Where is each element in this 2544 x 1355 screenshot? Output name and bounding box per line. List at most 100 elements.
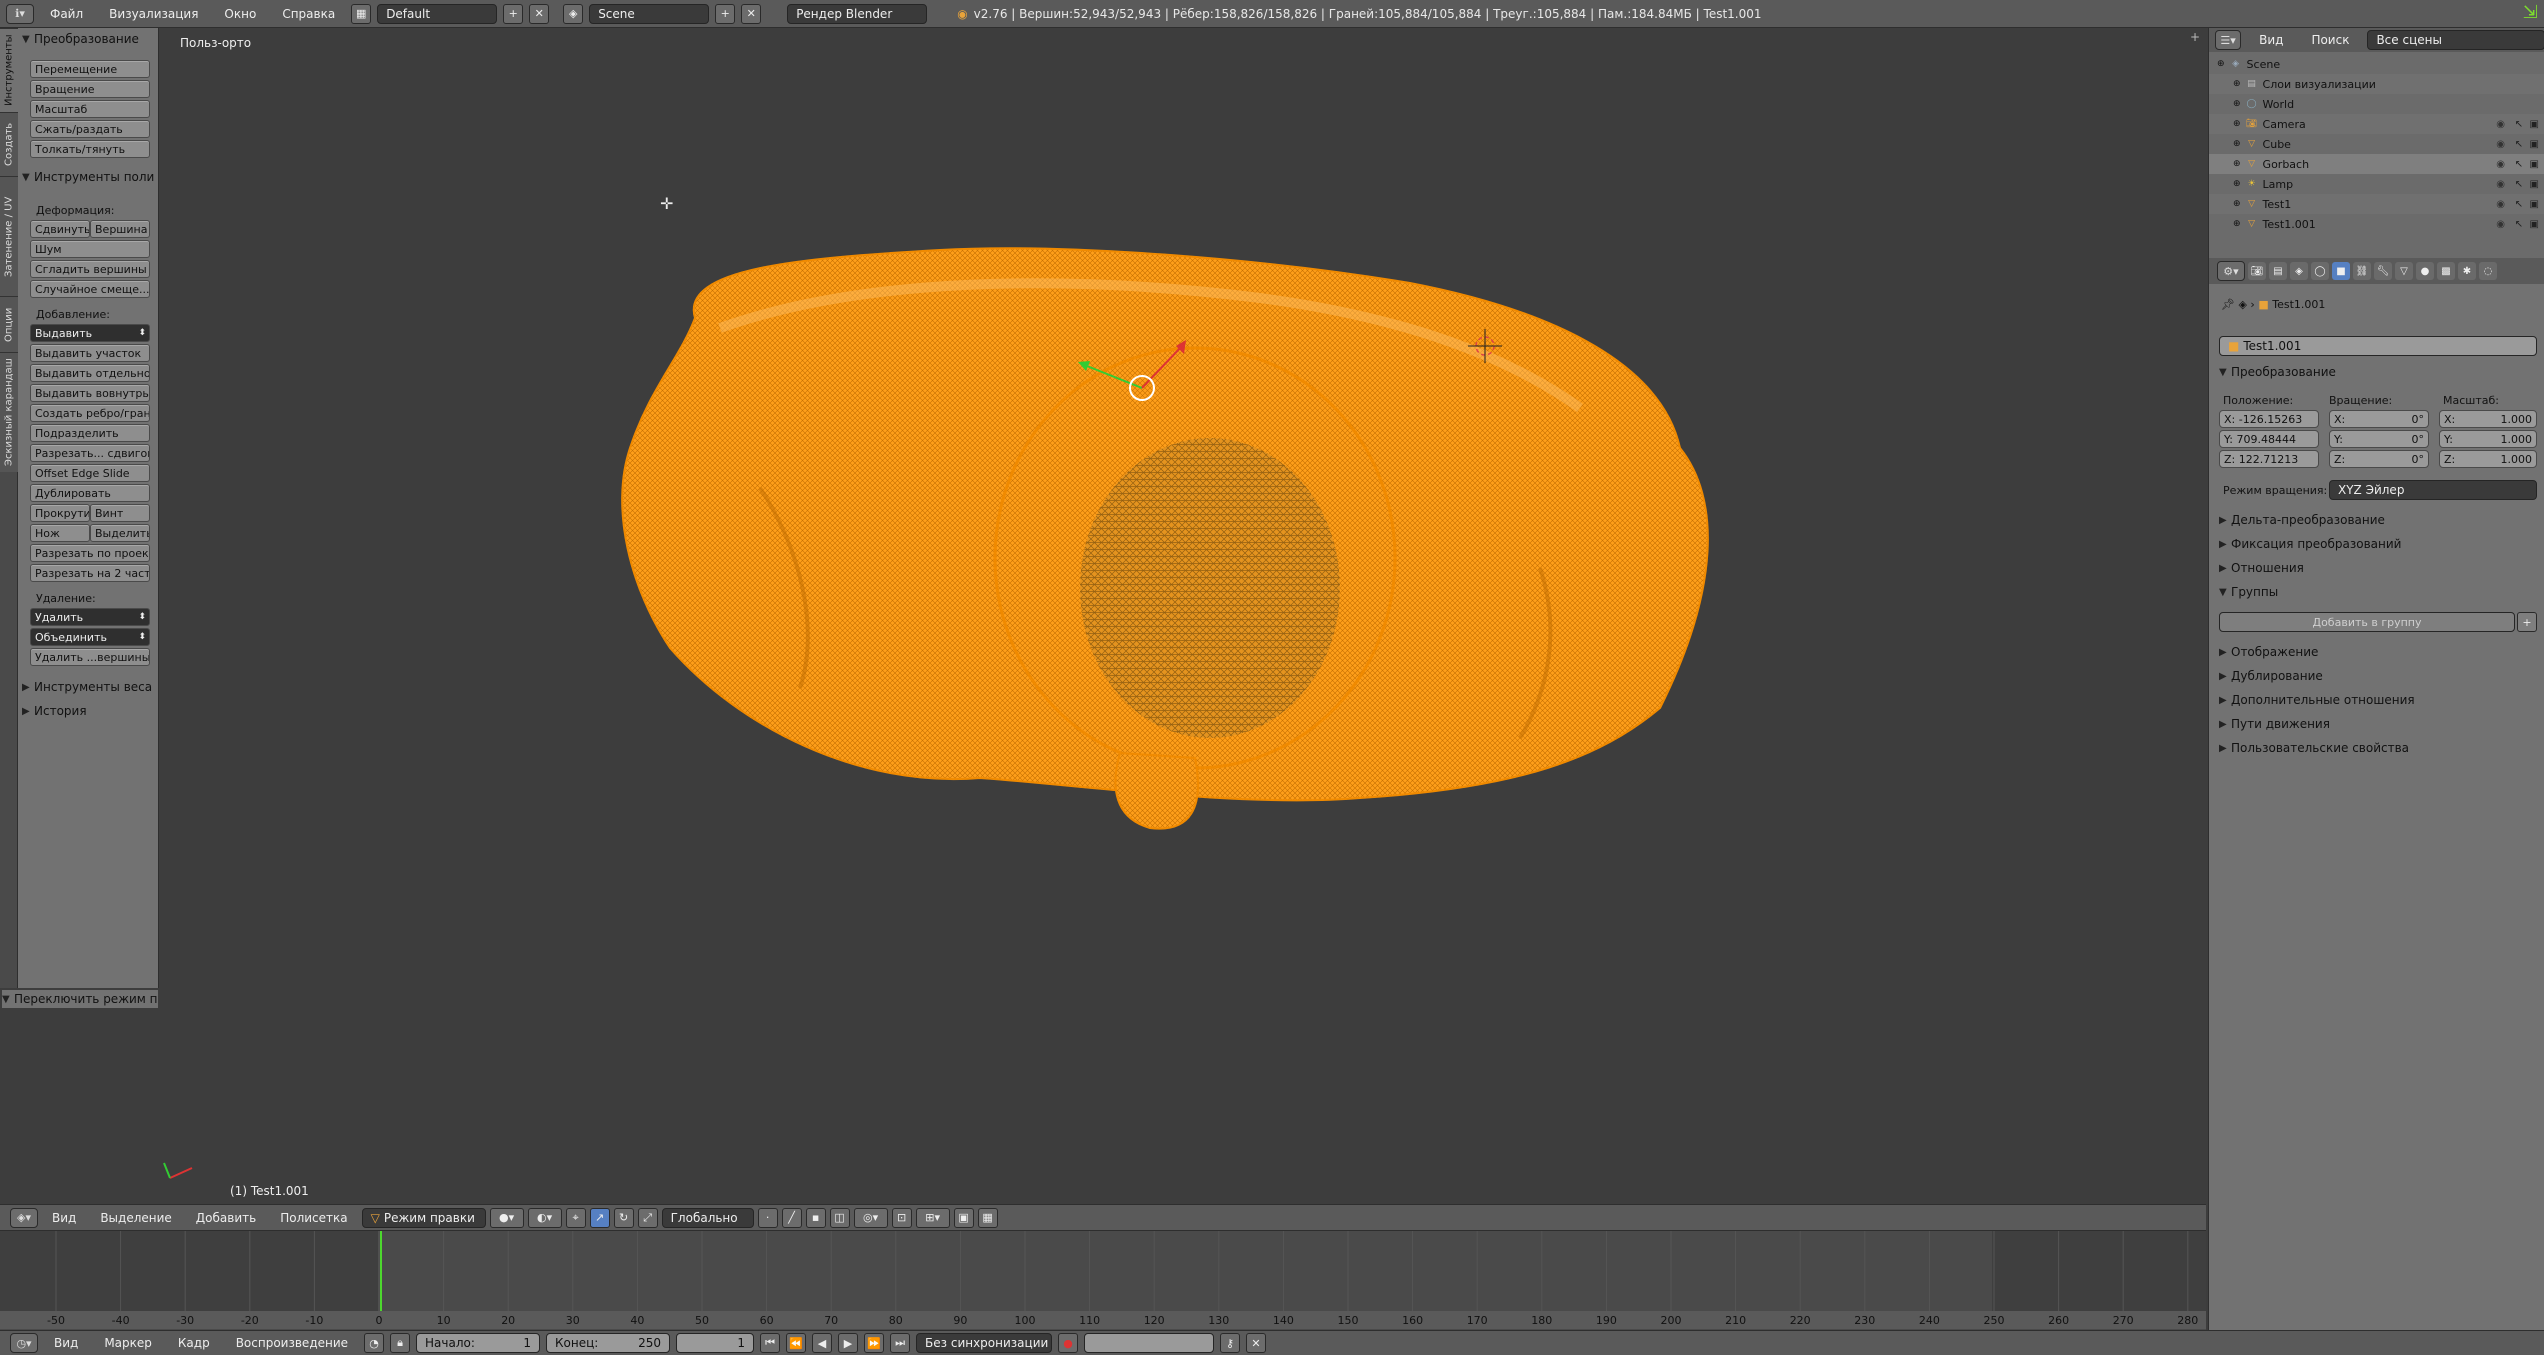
corner-widget-icon[interactable]: ⇲ [2523, 2, 2538, 23]
tab-create[interactable]: Создать [0, 112, 18, 176]
screw-button[interactable]: Винт [90, 504, 150, 522]
scale-manipulator-icon[interactable]: ⤢ [637, 1207, 658, 1228]
inset-button[interactable]: Выдавить вовнутрь [30, 384, 150, 402]
outliner-row[interactable]: ⊕ ◈ Scene [2209, 54, 2544, 74]
push-pull-button[interactable]: Толкать/тянуть [30, 140, 150, 158]
tab-grease-pencil[interactable]: Эскизный карандаш [0, 352, 18, 472]
render-tab-icon[interactable]: 📷︎ [2248, 262, 2266, 280]
expand-toggle-icon[interactable]: ⊕ [2217, 59, 2225, 69]
location-z-field[interactable]: Z: 122.71213 [2219, 450, 2319, 468]
mode-selector[interactable]: ▽ Режим правки [361, 1207, 486, 1228]
panel-transform-header[interactable]: ▼ Преобразование [2219, 362, 2537, 382]
panel-weight-tools-header[interactable]: ▶ Инструменты веса [22, 678, 158, 696]
translate-button[interactable]: Перемещение [30, 60, 150, 78]
modifiers-tab-icon[interactable]: 🔧︎ [2374, 262, 2392, 280]
rotation-mode-selector[interactable]: XYZ Эйлер [2329, 480, 2537, 500]
visibility-eye-icon[interactable]: ◉ [2496, 219, 2505, 230]
info-editor-type-icon[interactable]: ℹ▾ [6, 3, 34, 24]
scale-x-field[interactable]: X: 1.000 [2439, 410, 2537, 428]
layout-grid-icon[interactable]: ▦ [351, 3, 372, 24]
menu-search[interactable]: Поиск [2301, 33, 2359, 47]
particles-tab-icon[interactable]: ✱ [2458, 262, 2476, 280]
rotation-y-field[interactable]: Y: 0° [2329, 430, 2429, 448]
manipulator-toggle-icon[interactable]: ⌖ [565, 1207, 586, 1228]
snap-element-icon[interactable]: ⊞▾ [915, 1207, 950, 1228]
menu-help[interactable]: Справка [272, 7, 345, 21]
scene-remove-icon[interactable]: ✕ [741, 3, 762, 24]
expand-toggle-icon[interactable]: ⊕ [2233, 99, 2241, 109]
outliner-row[interactable]: ⊕ 📷︎ Camera ◉ ↖ ▣ [2209, 114, 2544, 134]
menu-view[interactable]: Вид [42, 1211, 86, 1225]
timeline-editor-type-icon[interactable]: ◷▾ [10, 1333, 38, 1353]
outliner-row[interactable]: ⊕ ▽ Test1 ◉ ↖ ▣ [2209, 194, 2544, 214]
add-to-group-button[interactable]: Добавить в группу [2219, 612, 2515, 632]
renderable-camera-icon[interactable]: ▣ [2530, 139, 2539, 150]
knife-button[interactable]: Нож [30, 524, 90, 542]
spin-button[interactable]: Прокрути [30, 504, 90, 522]
visibility-eye-icon[interactable]: ◉ [2496, 159, 2505, 170]
menu-file[interactable]: Файл [40, 7, 93, 21]
operator-panel-toggle-mode[interactable]: ▼ Переключить режим п [2, 990, 158, 1008]
visibility-eye-icon[interactable]: ◉ [2496, 199, 2505, 210]
menu-add[interactable]: Добавить [186, 1211, 266, 1225]
physics-tab-icon[interactable]: ◌ [2479, 262, 2497, 280]
expand-toggle-icon[interactable]: ⊕ [2233, 179, 2241, 189]
offset-edge-slide-button[interactable]: Offset Edge Slide [30, 464, 150, 482]
randomize-button[interactable]: Случайное смеще... [30, 280, 150, 298]
pivot-point-icon[interactable]: ◐▾ [527, 1207, 562, 1228]
outliner-row-label[interactable]: Gorbach [2263, 158, 2310, 171]
outliner-editor-type-icon[interactable]: ☰▾ [2215, 30, 2242, 50]
edge-select-icon[interactable]: ╱ [781, 1207, 802, 1228]
menu-render[interactable]: Визуализация [99, 7, 208, 21]
panel-relations-header[interactable]: ▶ Отношения [2219, 558, 2537, 578]
timeline-editor[interactable]: -50 -40 -30 -20 -10 0 10 20 30 40 50 60 70 80 90 100 110… [0, 1230, 2206, 1330]
selectable-arrow-icon[interactable]: ↖ [2515, 219, 2523, 230]
scale-z-field[interactable]: Z: 1.000 [2439, 450, 2537, 468]
outliner-row-label[interactable]: Cube [2263, 138, 2291, 151]
bisect-button[interactable]: Разрезать на 2 части [30, 564, 150, 582]
visibility-eye-icon[interactable]: ◉ [2496, 179, 2505, 190]
scale-button[interactable]: Масштаб [30, 100, 150, 118]
constraints-tab-icon[interactable]: ⛓ [2353, 262, 2371, 280]
location-y-field[interactable]: Y: 709.48444 [2219, 430, 2319, 448]
opengl-render-icon[interactable]: ▦ [977, 1207, 998, 1228]
menu-playback[interactable]: Воспроизведение [226, 1336, 358, 1350]
menu-mesh[interactable]: Полисетка [270, 1211, 357, 1225]
outliner-row-label[interactable]: Camera [2263, 118, 2306, 131]
snap-toggle-icon[interactable]: ⊡ [891, 1207, 912, 1228]
lock-icon[interactable]: 🔒︎ [390, 1333, 411, 1353]
scene-tab-icon[interactable]: ◈ [2290, 262, 2308, 280]
menu-select[interactable]: Выделение [90, 1211, 181, 1225]
vertex-select-icon[interactable]: · [757, 1207, 778, 1228]
renderable-camera-icon[interactable]: ▣ [2530, 119, 2539, 130]
panel-relations-extras-header[interactable]: ▶ Дополнительные отношения [2219, 690, 2537, 710]
visibility-eye-icon[interactable]: ◉ [2496, 119, 2505, 130]
pin-icon[interactable]: 📌︎ [2221, 298, 2235, 311]
outliner-row[interactable]: ⊕ ▽ Gorbach ◉ ↖ ▣ [2209, 154, 2544, 174]
translate-manipulator-icon[interactable]: ↗ [589, 1207, 610, 1228]
delete-keyframe-icon[interactable]: ✕ [1246, 1333, 1267, 1353]
knife-select-button[interactable]: Выделить [90, 524, 150, 542]
extrude-individual-button[interactable]: Выдавить отдельно [30, 364, 150, 382]
render-layers-tab-icon[interactable]: ▤ [2269, 262, 2287, 280]
delete-dropdown[interactable]: Удалить ⬍ [30, 608, 150, 626]
panel-custom-properties-header[interactable]: ▶ Пользовательские свойства [2219, 738, 2537, 758]
play-icon[interactable]: ▶ [838, 1333, 859, 1353]
layout-add-icon[interactable]: + [503, 3, 524, 24]
world-tab-icon[interactable]: ◯ [2311, 262, 2329, 280]
dissolve-vertices-button[interactable]: Удалить ...вершины [30, 648, 150, 666]
scene-add-icon[interactable]: + [715, 3, 736, 24]
outliner-row[interactable]: ⊕ ◯ World [2209, 94, 2544, 114]
panel-delta-transform-header[interactable]: ▶ Дельта-преобразование [2219, 510, 2537, 530]
expand-toggle-icon[interactable]: ⊕ [2233, 199, 2241, 209]
menu-view[interactable]: Вид [44, 1336, 88, 1350]
merge-dropdown[interactable]: Объединить ⬍ [30, 628, 150, 646]
3d-viewport[interactable]: Польз-орто + ✛ (1) Test1.001 [160, 28, 2206, 1204]
expand-toggle-icon[interactable]: ⊕ [2233, 159, 2241, 169]
panel-transform-locks-header[interactable]: ▶ Фиксация преобразований [2219, 534, 2537, 554]
layout-remove-icon[interactable]: ✕ [529, 3, 550, 24]
extrude-region-button[interactable]: Выдавить участок [30, 344, 150, 362]
current-frame-field[interactable]: 1 [676, 1333, 755, 1353]
selectable-arrow-icon[interactable]: ↖ [2515, 199, 2523, 210]
panel-history-header[interactable]: ▶ История [22, 702, 158, 720]
